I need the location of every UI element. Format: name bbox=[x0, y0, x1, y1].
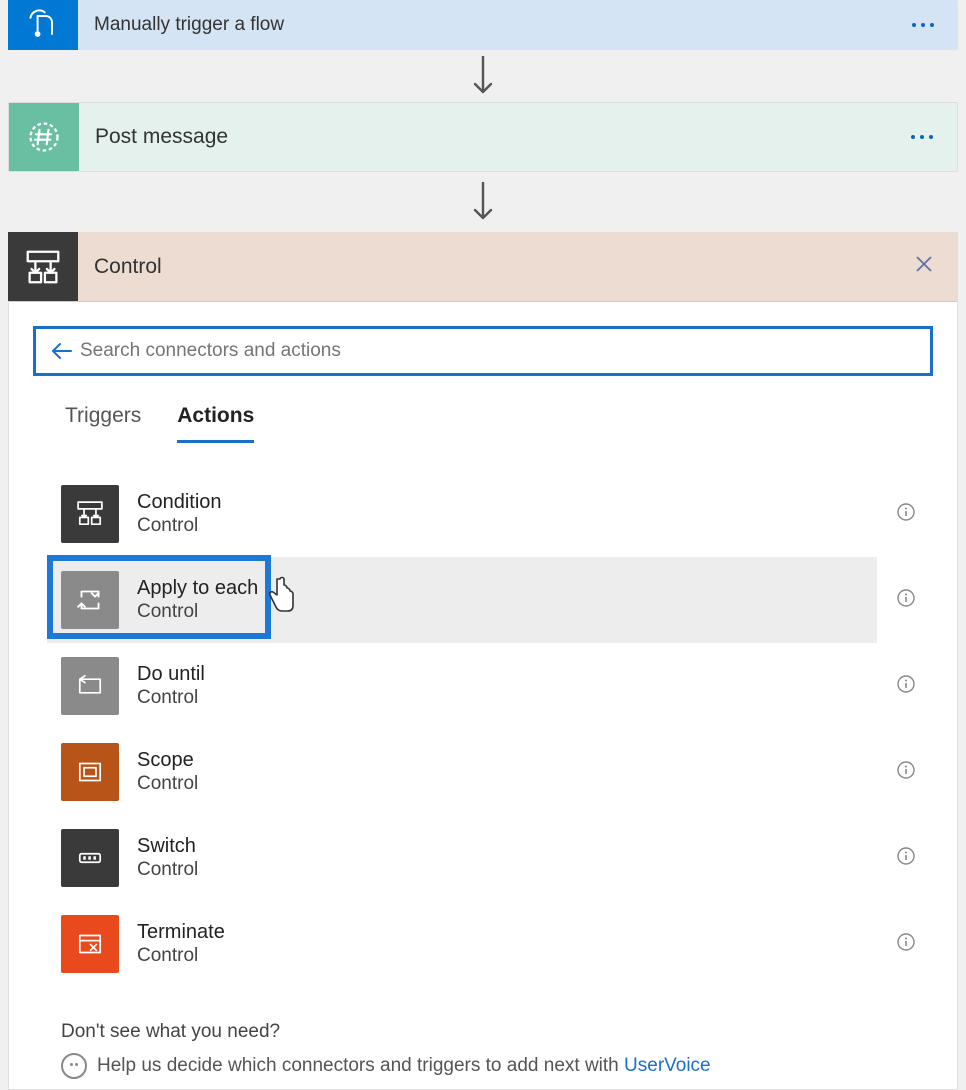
switch-icon bbox=[61, 829, 119, 887]
action-apply-to-each[interactable]: Apply to each Control bbox=[61, 557, 933, 643]
action-title: Apply to each bbox=[137, 576, 258, 600]
back-arrow-icon[interactable] bbox=[50, 339, 74, 363]
step-trigger-title: Manually trigger a flow bbox=[78, 14, 912, 36]
info-icon[interactable] bbox=[897, 589, 915, 612]
step-control-title: Control bbox=[78, 255, 914, 279]
footer-line1: Don't see what you need? bbox=[61, 1021, 933, 1043]
terminate-icon bbox=[61, 915, 119, 973]
do-until-icon bbox=[61, 657, 119, 715]
step-post-title: Post message bbox=[79, 125, 911, 149]
action-switch[interactable]: Switch Control bbox=[61, 815, 933, 901]
action-condition[interactable]: Condition Control bbox=[61, 471, 933, 557]
tab-actions[interactable]: Actions bbox=[177, 404, 254, 443]
step-post-message[interactable]: Post message bbox=[8, 102, 958, 172]
info-icon[interactable] bbox=[897, 503, 915, 526]
action-title: Condition bbox=[137, 490, 222, 514]
action-scope[interactable]: Scope Control bbox=[61, 729, 933, 815]
info-icon[interactable] bbox=[897, 933, 915, 956]
action-subtitle: Control bbox=[137, 514, 222, 538]
action-subtitle: Control bbox=[137, 858, 198, 882]
tab-triggers[interactable]: Triggers bbox=[65, 404, 141, 443]
ellipsis-icon[interactable] bbox=[912, 23, 934, 27]
action-subtitle: Control bbox=[137, 600, 258, 624]
ellipsis-icon[interactable] bbox=[911, 135, 933, 139]
control-icon bbox=[8, 232, 78, 301]
condition-icon bbox=[61, 485, 119, 543]
tabs: Triggers Actions bbox=[9, 380, 957, 443]
action-subtitle: Control bbox=[137, 772, 198, 796]
action-title: Do until bbox=[137, 662, 205, 686]
search-input[interactable] bbox=[80, 340, 920, 362]
info-icon[interactable] bbox=[897, 761, 915, 784]
action-subtitle: Control bbox=[137, 944, 225, 968]
search-box[interactable] bbox=[33, 326, 933, 376]
touch-icon bbox=[8, 0, 78, 50]
step-control[interactable]: Control bbox=[8, 232, 958, 302]
flow-arrow bbox=[8, 50, 958, 102]
action-subtitle: Control bbox=[137, 686, 205, 710]
action-do-until[interactable]: Do until Control bbox=[61, 643, 933, 729]
action-title: Switch bbox=[137, 834, 198, 858]
action-title: Scope bbox=[137, 748, 198, 772]
close-icon[interactable] bbox=[914, 253, 934, 281]
pointer-cursor-icon bbox=[265, 575, 297, 620]
step-trigger[interactable]: Manually trigger a flow bbox=[8, 0, 958, 50]
flow-arrow bbox=[8, 172, 958, 232]
info-icon[interactable] bbox=[897, 847, 915, 870]
scope-icon bbox=[61, 743, 119, 801]
info-icon[interactable] bbox=[897, 675, 915, 698]
smiley-icon bbox=[61, 1053, 87, 1079]
uservoice-link[interactable]: UserVoice bbox=[624, 1055, 711, 1076]
apply-to-each-icon bbox=[61, 571, 119, 629]
footer-line2-pre: Help us decide which connectors and trig… bbox=[97, 1055, 624, 1076]
action-terminate[interactable]: Terminate Control bbox=[61, 901, 933, 987]
footer-hint: Don't see what you need? Help us decide … bbox=[9, 987, 957, 1089]
hash-icon bbox=[9, 103, 79, 171]
action-title: Terminate bbox=[137, 920, 225, 944]
action-picker-panel: Triggers Actions bbox=[8, 302, 958, 1090]
